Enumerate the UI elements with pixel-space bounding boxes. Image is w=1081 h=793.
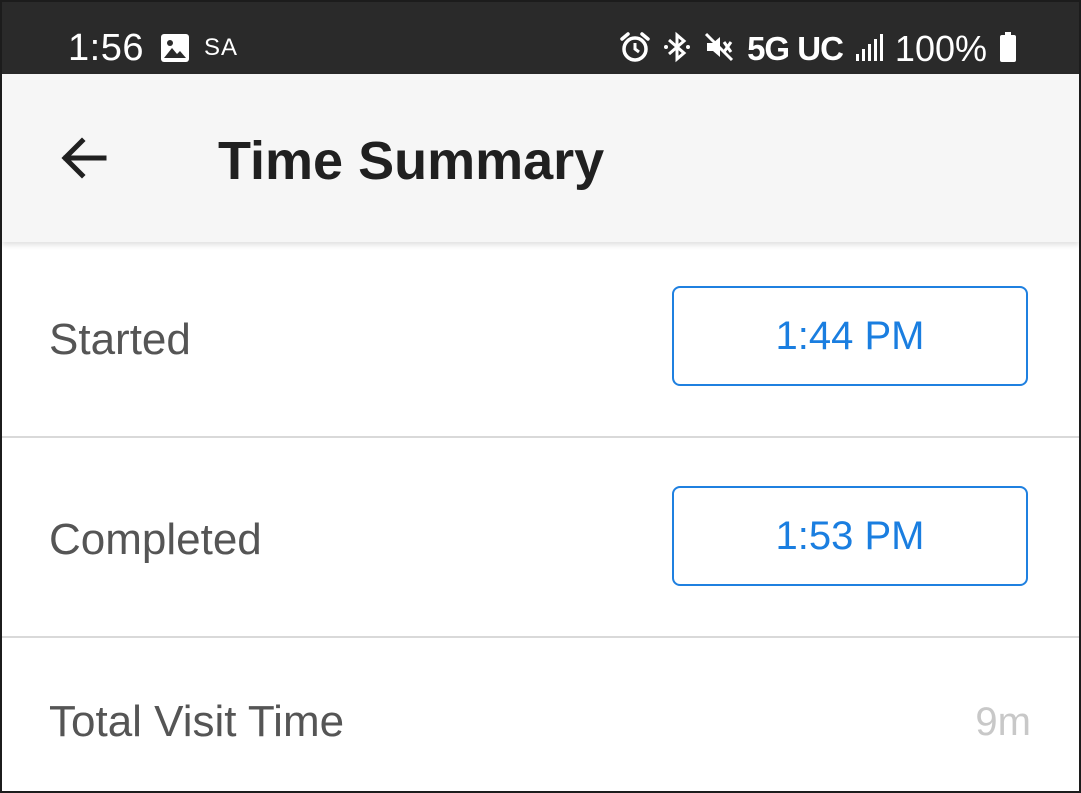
alarm-icon	[619, 31, 651, 68]
started-row: Started 1:44 PM	[2, 242, 1079, 438]
total-visit-row: Total Visit Time 9m	[2, 638, 1079, 791]
carrier-label: SA	[204, 34, 239, 61]
status-icons: 5G UC 100%	[619, 24, 1017, 74]
bluetooth-icon	[663, 31, 691, 68]
status-time: 1:56	[68, 27, 144, 69]
completed-label: Completed	[49, 515, 262, 564]
started-label: Started	[49, 315, 191, 364]
vibrate-mute-icon	[703, 31, 735, 68]
screen: 1:56 SA 5G UC 100% Time Summary Started …	[0, 0, 1081, 793]
gallery-icon	[160, 33, 190, 63]
signal-icon	[855, 32, 883, 67]
started-time-button[interactable]: 1:44 PM	[672, 286, 1028, 386]
battery-percent: 100%	[894, 28, 987, 69]
completed-row: Completed 1:53 PM	[2, 438, 1079, 638]
total-visit-label: Total Visit Time	[49, 697, 345, 746]
back-button[interactable]	[42, 118, 126, 202]
completed-time-button[interactable]: 1:53 PM	[672, 486, 1028, 586]
page-title: Time Summary	[218, 131, 605, 191]
status-bar: 1:56 SA 5G UC 100%	[2, 2, 1079, 74]
total-visit-value: 9m	[975, 700, 1031, 744]
network-label: 5G UC	[747, 30, 844, 67]
app-bar: Time Summary	[2, 74, 1079, 242]
battery-icon	[999, 31, 1017, 68]
arrow-back-icon	[54, 128, 114, 193]
